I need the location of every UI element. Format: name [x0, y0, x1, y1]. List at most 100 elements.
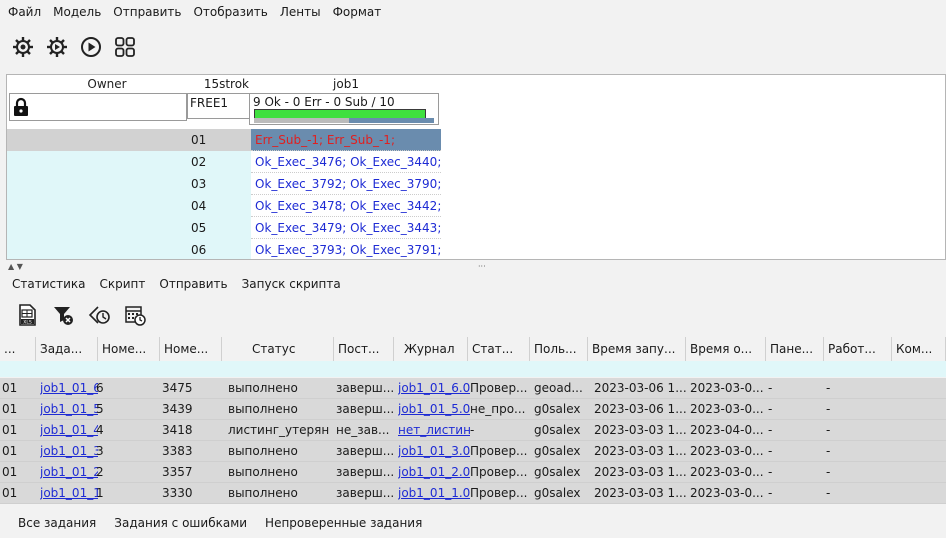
log-link[interactable]: job1_01_5.0 — [398, 402, 470, 416]
job-link[interactable]: job1_01_5 — [40, 402, 98, 416]
menu-file[interactable]: Файл — [0, 5, 47, 19]
col-header[interactable]: Пост... — [334, 337, 394, 361]
menu-send[interactable]: Отправить — [107, 5, 187, 19]
table-cell[interactable]: job1_01_6.0 — [398, 378, 470, 399]
table-cell[interactable]: job1_01_1 — [40, 483, 98, 504]
col-header[interactable]: Работ... — [824, 337, 892, 361]
row-status[interactable]: Ok_Exec_3793; Ok_Exec_3791; — [251, 239, 441, 259]
gear-alt-icon[interactable] — [46, 36, 68, 58]
table-row[interactable]: 01 job1_01_3 3 3383 выполнено заверш... job1_0… — [0, 441, 946, 462]
job-link[interactable]: job1_01_1 — [40, 486, 98, 500]
col-header[interactable]: Поль... — [530, 337, 588, 361]
table-cell: - — [826, 444, 831, 458]
job-summary-cell[interactable]: 9 Ok - 0 Err - 0 Sub / 10 — [249, 93, 439, 125]
owner-cell[interactable] — [9, 93, 187, 121]
grid-row[interactable]: 03 Ok_Exec_3792; Ok_Exec_3790; — [7, 173, 945, 195]
table-cell[interactable]: нет_листин — [398, 420, 470, 441]
gear-icon[interactable] — [12, 36, 34, 58]
job-link[interactable]: job1_01_3 — [40, 444, 98, 458]
col-header[interactable]: Ком... — [892, 337, 946, 361]
header-owner[interactable]: Owner — [7, 75, 207, 93]
header-job1[interactable]: job1 — [251, 75, 441, 93]
tab-statistics[interactable]: Статистика — [0, 274, 93, 294]
col-header[interactable]: ... — [0, 337, 36, 361]
row-status[interactable]: Ok_Exec_3476; Ok_Exec_3440; — [251, 151, 441, 173]
table-cell[interactable]: job1_01_4 — [40, 420, 98, 441]
svg-text:XLS: XLS — [23, 319, 32, 325]
filter-clear-icon[interactable] — [52, 304, 74, 326]
empty-filter-row[interactable] — [0, 361, 946, 377]
log-link[interactable]: job1_01_1.0 — [398, 486, 470, 500]
table-cell: - — [768, 465, 773, 479]
col-header[interactable]: Зада... — [36, 337, 98, 361]
table-cell[interactable]: job1_01_5.0 — [398, 399, 470, 420]
log-link[interactable]: job1_01_2.0 — [398, 465, 470, 479]
col-header[interactable]: Статус — [222, 337, 334, 361]
col-header[interactable]: Журнал — [394, 337, 468, 361]
row-status[interactable]: Ok_Exec_3479; Ok_Exec_3443; — [251, 217, 441, 239]
calendar-refresh-icon[interactable] — [124, 304, 146, 326]
grid-row[interactable]: 05 Ok_Exec_3479; Ok_Exec_3443; — [7, 217, 945, 239]
row-status[interactable]: Err_Sub_-1; Err_Sub_-1; — [251, 129, 441, 151]
tab-all-jobs[interactable]: Все задания — [0, 510, 105, 536]
col-header[interactable]: Время о... — [686, 337, 766, 361]
col-header[interactable]: Номе... — [98, 337, 160, 361]
table-row[interactable]: 01 job1_01_5 5 3439 выполнено заверш... job1_0… — [0, 399, 946, 420]
free-cell[interactable]: FREE1 — [187, 93, 249, 119]
row-status[interactable]: Ok_Exec_3792; Ok_Exec_3790; — [251, 173, 441, 195]
menu-format[interactable]: Формат — [327, 5, 388, 19]
table-cell: 3 — [96, 444, 104, 458]
splitter-handle[interactable]: ▲ ▼ ··· — [8, 262, 946, 271]
excel-export-icon[interactable]: XLS — [16, 304, 38, 326]
job-summary: 9 Ok - 0 Err - 0 Sub / 10 — [253, 95, 395, 109]
table-cell[interactable]: job1_01_2.0 — [398, 462, 470, 483]
table-cell: 01 — [2, 486, 18, 500]
tab-unchecked-jobs[interactable]: Непроверенные задания — [256, 510, 431, 536]
table-cell[interactable]: job1_01_3.0 — [398, 441, 470, 462]
log-link[interactable]: нет_листин — [398, 423, 470, 437]
play-icon[interactable] — [80, 36, 102, 58]
grid-row[interactable]: 04 Ok_Exec_3478; Ok_Exec_3442; — [7, 195, 945, 217]
table-row[interactable]: 01 job1_01_2 2 3357 выполнено заверш... job1_0… — [0, 462, 946, 483]
col-header[interactable]: Пане... — [766, 337, 824, 361]
tab-error-jobs[interactable]: Задания с ошибками — [105, 510, 256, 536]
table-cell[interactable]: job1_01_2 — [40, 462, 98, 483]
grid-icon[interactable] — [114, 36, 136, 58]
tab-run-script[interactable]: Запуск скрипта — [235, 274, 348, 294]
menu-ribbons[interactable]: Ленты — [274, 5, 327, 19]
table-cell[interactable]: job1_01_5 — [40, 399, 98, 420]
table-cell: выполнено — [228, 444, 298, 458]
table-cell[interactable]: job1_01_6 — [40, 378, 98, 399]
table-header: ... Зада... Номе... Номе... Статус Пост.… — [0, 337, 946, 361]
col-header[interactable]: Номе... — [160, 337, 222, 361]
table-cell[interactable]: job1_01_1.0 — [398, 483, 470, 504]
row-status[interactable]: Ok_Exec_3478; Ok_Exec_3442; — [251, 195, 441, 217]
grid-row[interactable]: 06 Ok_Exec_3793; Ok_Exec_3791; — [7, 239, 945, 259]
job-link[interactable]: job1_01_4 — [40, 423, 98, 437]
row-number: 03 — [191, 177, 207, 191]
col-header[interactable]: Время запу... — [588, 337, 686, 361]
lock-icon — [14, 97, 28, 116]
table-row[interactable]: 01 job1_01_6 6 3475 выполнено заверш... job1_0… — [0, 378, 946, 399]
log-link[interactable]: job1_01_3.0 — [398, 444, 470, 458]
table-cell: заверш... — [336, 465, 394, 479]
job-link[interactable]: job1_01_6 — [40, 381, 98, 395]
table-cell[interactable]: job1_01_3 — [40, 441, 98, 462]
job-link[interactable]: job1_01_2 — [40, 465, 98, 479]
menu-view[interactable]: Отобразить — [187, 5, 273, 19]
grid-row[interactable]: 01 Err_Sub_-1; Err_Sub_-1; — [7, 129, 945, 151]
tab-send[interactable]: Отправить — [152, 274, 234, 294]
table-cell: g0salex — [534, 423, 581, 437]
table-cell: заверш... — [336, 381, 394, 395]
col-header[interactable]: Стат... — [468, 337, 530, 361]
back-refresh-icon[interactable] — [88, 304, 110, 326]
table-cell: - — [768, 423, 773, 437]
table-row[interactable]: 01 job1_01_4 4 3418 листинг_утерян не_зав... н… — [0, 420, 946, 441]
lower-tabs: Статистика Скрипт Отправить Запуск скрип… — [0, 274, 348, 294]
grid-row[interactable]: 02 Ok_Exec_3476; Ok_Exec_3440; — [7, 151, 945, 173]
tab-script[interactable]: Скрипт — [93, 274, 153, 294]
header-15strok[interactable]: 15strok — [187, 75, 249, 93]
table-row[interactable]: 01 job1_01_1 1 3330 выполнено заверш... job1_0… — [0, 483, 946, 504]
log-link[interactable]: job1_01_6.0 — [398, 381, 470, 395]
menu-model[interactable]: Модель — [47, 5, 107, 19]
